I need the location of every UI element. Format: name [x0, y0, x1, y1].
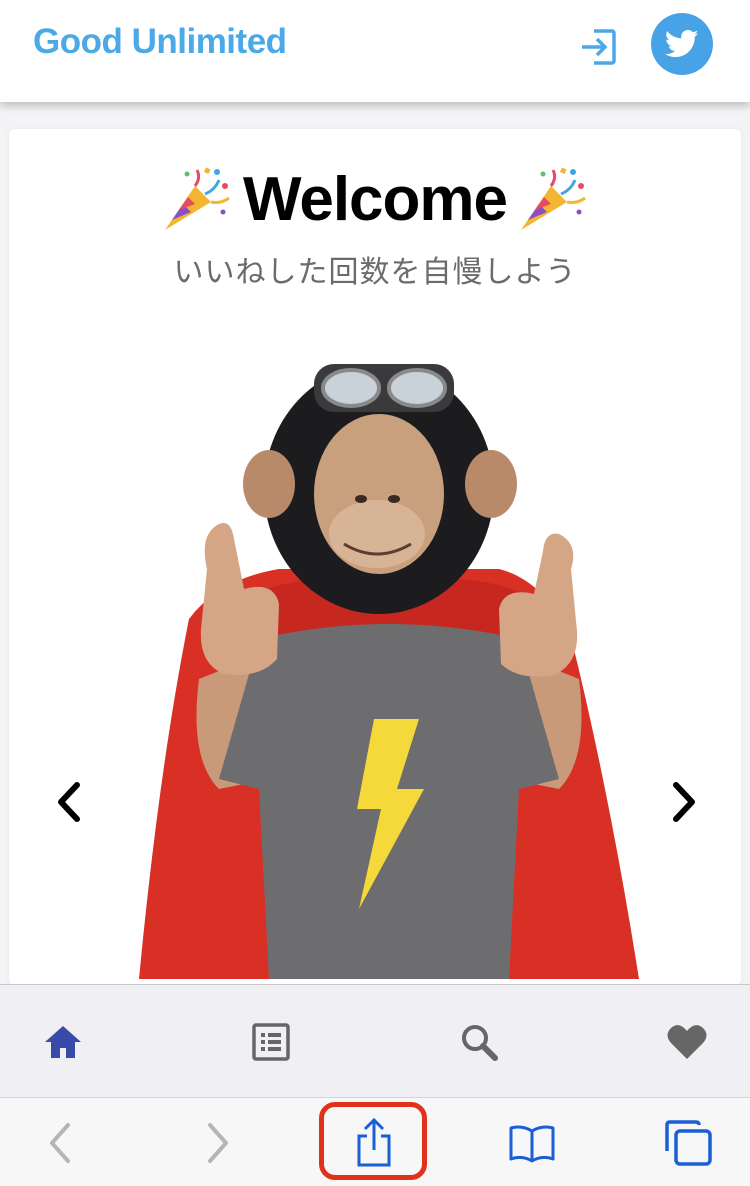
- app-header: Good Unlimited: [0, 0, 750, 102]
- browser-back-button[interactable]: [36, 1118, 86, 1168]
- welcome-card: Welcome いいねした回数を自慢しよう: [9, 129, 741, 985]
- forward-icon: [208, 1123, 228, 1163]
- home-icon: [45, 1026, 81, 1058]
- chevron-left-icon: [58, 782, 80, 822]
- brand-logo[interactable]: Good Unlimited: [33, 22, 287, 62]
- browser-forward-button[interactable]: [192, 1118, 242, 1168]
- browser-tabs-button[interactable]: [663, 1118, 713, 1168]
- welcome-heading: Welcome: [9, 159, 741, 239]
- chevron-right-icon: [673, 782, 695, 822]
- nav-favorites[interactable]: [662, 1017, 712, 1067]
- twitter-button[interactable]: [651, 13, 713, 75]
- nav-search[interactable]: [454, 1017, 504, 1067]
- welcome-subtitle: いいねした回数を自慢しよう: [173, 255, 577, 290]
- login-icon: [582, 29, 616, 65]
- browser-bookmarks-button[interactable]: [507, 1118, 557, 1168]
- welcome-title: Welcome: [242, 164, 508, 234]
- list-icon: [252, 1023, 290, 1061]
- tabs-icon: [665, 1120, 712, 1166]
- login-button[interactable]: [578, 27, 618, 67]
- share-icon: [357, 1118, 391, 1167]
- hero-image: [139, 364, 639, 979]
- back-icon: [50, 1123, 70, 1163]
- app-bottom-nav: [0, 984, 750, 1097]
- search-icon: [462, 1025, 498, 1061]
- browser-share-button[interactable]: [349, 1118, 399, 1168]
- party-popper-icon: [164, 167, 230, 230]
- party-popper-icon: [521, 167, 586, 230]
- heart-icon: [667, 1025, 707, 1059]
- nav-home[interactable]: [38, 1017, 88, 1067]
- browser-toolbar: [0, 1097, 750, 1186]
- nav-list[interactable]: [246, 1017, 296, 1067]
- twitter-icon: [665, 29, 699, 58]
- carousel-prev-button[interactable]: [49, 777, 89, 827]
- bookmarks-icon: [509, 1125, 555, 1163]
- carousel-next-button[interactable]: [664, 777, 704, 827]
